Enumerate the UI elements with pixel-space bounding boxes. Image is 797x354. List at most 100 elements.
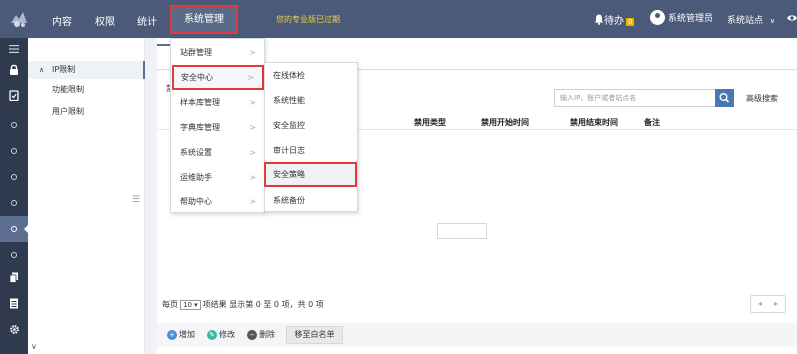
hamburger-icon: [9, 45, 19, 53]
search-icon: [719, 92, 730, 103]
security-center-submenu: 在线体检 系统性能 安全监控 审计日志 安全策略 系统备份: [264, 62, 358, 212]
nav-system-management-label: 系统管理: [184, 14, 224, 25]
copy-icon: [9, 272, 18, 283]
action-bar: + 增加 ✎ 修改 − 删除 移至白名单: [157, 323, 797, 347]
advanced-search-link[interactable]: 高级搜索: [746, 93, 778, 104]
sidebar-item-lock[interactable]: [0, 60, 28, 86]
add-button[interactable]: + 增加: [167, 326, 195, 344]
pagination-info: 每页 10 ▾ 项结果 显示第 0 至 0 项，共 0 项: [162, 299, 324, 310]
empty-placeholder: [437, 223, 487, 239]
sidebar-item-4[interactable]: [0, 190, 28, 216]
search-button[interactable]: [715, 89, 734, 107]
sidebar-item-ip-limit[interactable]: ∧ IP限制: [28, 61, 145, 79]
nav-permission[interactable]: 权限: [95, 13, 115, 28]
eye-icon[interactable]: [787, 12, 797, 24]
menu-item-label: 安全中心: [181, 73, 213, 82]
collapse-list-icon[interactable]: ☰: [132, 195, 140, 205]
pending-count-badge: 0: [626, 18, 635, 26]
pending-tasks[interactable]: 待办 0: [594, 12, 635, 27]
system-menu-dropdown: 站群管理 > 安全中心 > 样本库管理 > 字典库管理 > 系统设置 > 运维助手 > 帮助…: [170, 38, 265, 213]
tab-active[interactable]: [157, 44, 171, 70]
page-size-value: 10: [183, 301, 192, 309]
page-size-select[interactable]: 10 ▾: [180, 300, 201, 310]
page-size-suffix: 项结果: [202, 300, 227, 309]
sidebar-item-label: 功能限制: [52, 85, 84, 94]
circle-icon: [11, 173, 17, 180]
menu-item-system-settings[interactable]: 系统设置 >: [171, 140, 264, 165]
pagination: 每页 10 ▾ 项结果 显示第 0 至 0 项，共 0 项 ◂ ▸: [157, 294, 797, 316]
bell-icon: [594, 14, 604, 25]
user-menu[interactable]: 系统管理员: [650, 10, 713, 28]
menu-item-audit-log[interactable]: 审计日志: [265, 138, 357, 163]
add-label: 增加: [179, 330, 195, 339]
sidebar-item-user-limit[interactable]: 用户限制: [28, 103, 145, 121]
sidebar-item-function-limit[interactable]: 功能限制: [28, 81, 145, 99]
menu-item-label: 样本库管理: [180, 98, 220, 107]
nav-system-management[interactable]: 系统管理: [170, 5, 238, 34]
result-summary: 显示第 0 至 0 项，共 0 项: [229, 300, 324, 309]
menu-item-online-check[interactable]: 在线体检: [265, 63, 357, 88]
menu-item-ops-assistant[interactable]: 运维助手 >: [171, 165, 264, 190]
document-icon: [10, 298, 18, 309]
menu-item-security-policy[interactable]: 安全策略: [264, 162, 357, 187]
chevron-right-icon: >: [249, 148, 256, 157]
menu-item-security-center[interactable]: 安全中心 >: [172, 65, 264, 90]
sidebar-item-checklist[interactable]: [0, 86, 28, 112]
license-expired-notice[interactable]: 您的专业版已过期: [276, 14, 340, 25]
menu-item-label: 站群管理: [180, 48, 212, 57]
checklist-icon: [9, 90, 19, 102]
chevron-right-icon: >: [249, 123, 256, 132]
chevron-right-icon: >: [249, 173, 256, 182]
delete-button[interactable]: − 删除: [247, 326, 275, 344]
column-ban-end[interactable]: 禁用结束时间: [570, 117, 618, 128]
scroll-down-icon[interactable]: ∨: [31, 342, 37, 351]
sidebar-item-1[interactable]: [0, 112, 28, 138]
menu-item-system-backup[interactable]: 系统备份: [265, 188, 357, 213]
menu-item-security-monitor[interactable]: 安全监控: [265, 113, 357, 138]
site-selector[interactable]: 系统站点 ∨: [727, 13, 775, 26]
sidebar-item-6[interactable]: [0, 242, 28, 268]
next-page-button[interactable]: ▸: [774, 299, 778, 308]
sidebar-item-copy[interactable]: [0, 268, 28, 294]
menu-item-system-performance[interactable]: 系统性能: [265, 88, 357, 113]
gear-icon: [9, 325, 19, 334]
delete-label: 删除: [259, 330, 275, 339]
pending-label: 待办: [604, 16, 624, 27]
logo-icon[interactable]: [8, 9, 30, 29]
sidebar-item-5-active[interactable]: [0, 216, 28, 242]
menu-item-site-group[interactable]: 站群管理 >: [171, 40, 264, 65]
menu-item-label: 字典库管理: [180, 123, 220, 132]
column-ban-type[interactable]: 禁用类型: [414, 117, 446, 128]
move-to-whitelist-button[interactable]: 移至白名单: [286, 326, 343, 344]
search-input[interactable]: 输入IP、账户或者站点名: [554, 89, 716, 107]
circle-icon: [11, 199, 17, 206]
chevron-right-icon: >: [249, 197, 256, 206]
circle-icon: [11, 251, 17, 258]
sidebar-item-label: IP限制: [52, 65, 76, 74]
prev-page-button[interactable]: ◂: [758, 299, 762, 308]
circle-icon: [11, 225, 17, 232]
chevron-right-icon: >: [249, 48, 256, 57]
menu-item-help-center[interactable]: 帮助中心 >: [171, 189, 264, 214]
menu-item-label: 系统设置: [180, 148, 212, 157]
menu-item-label: 运维助手: [180, 173, 212, 182]
edit-label: 修改: [219, 330, 235, 339]
top-nav: 内容 权限 统计 系统管理 您的专业版已过期 待办 0 系统管理员 系统站点 ∨: [0, 0, 797, 38]
chevron-up-icon: ∧: [39, 66, 45, 74]
nav-content[interactable]: 内容: [52, 13, 72, 28]
lock-icon: [10, 64, 18, 75]
nav-statistics[interactable]: 统计: [137, 13, 157, 28]
sidebar-item-3[interactable]: [0, 164, 28, 190]
edit-button[interactable]: ✎ 修改: [207, 326, 235, 344]
circle-icon: [11, 121, 17, 128]
delete-icon: −: [247, 329, 257, 340]
user-avatar-icon: [650, 10, 665, 25]
sidebar-item-2[interactable]: [0, 138, 28, 164]
sidebar-item-document[interactable]: [0, 294, 28, 320]
column-ban-start[interactable]: 禁用开始时间: [481, 117, 529, 128]
column-remark[interactable]: 备注: [644, 117, 660, 128]
circle-icon: [11, 147, 17, 154]
menu-item-dictionary[interactable]: 字典库管理 >: [171, 115, 264, 140]
menu-item-sample-library[interactable]: 样本库管理 >: [171, 90, 264, 115]
sidebar-item-settings[interactable]: [0, 320, 28, 346]
